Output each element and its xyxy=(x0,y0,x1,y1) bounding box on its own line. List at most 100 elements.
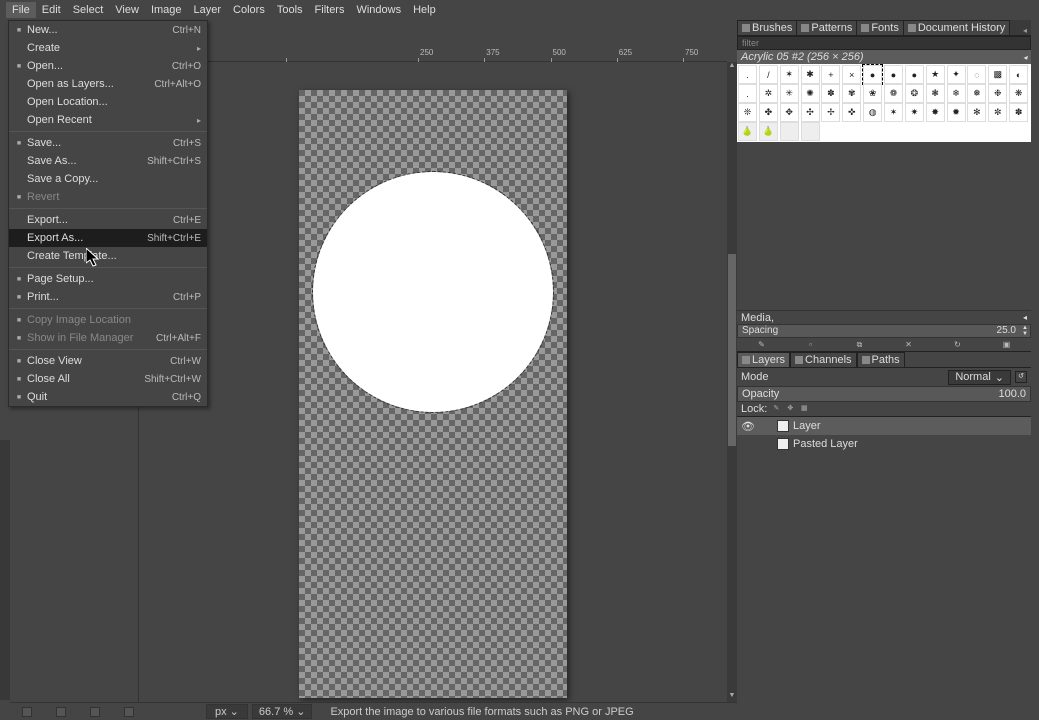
menu-image[interactable]: Image xyxy=(145,2,188,18)
layer-name[interactable]: Layer xyxy=(793,420,821,432)
brush-swatch[interactable]: . xyxy=(738,84,757,103)
brush-swatch[interactable]: ● xyxy=(905,65,924,84)
brush-swatch[interactable]: ❊ xyxy=(738,103,757,122)
brush-swatch[interactable]: ❃ xyxy=(926,84,945,103)
menu-file[interactable]: File xyxy=(6,2,36,18)
brush-swatch[interactable]: . xyxy=(738,65,757,84)
brush-swatch[interactable]: ◍ xyxy=(863,103,882,122)
brush-swatch[interactable]: ● xyxy=(884,65,903,84)
brush-swatch[interactable]: ❄ xyxy=(947,84,966,103)
brush-swatch[interactable]: 🍐 xyxy=(738,122,757,141)
menu-colors[interactable]: Colors xyxy=(227,2,271,18)
file-menu-export-as[interactable]: Export As...Shift+Ctrl+E xyxy=(9,229,207,247)
brush-swatch[interactable]: ✥ xyxy=(780,103,799,122)
document-canvas[interactable] xyxy=(299,90,567,698)
brush-swatch[interactable]: ✼ xyxy=(988,103,1007,122)
refresh-brush-icon[interactable]: ↻ xyxy=(953,340,963,350)
brush-swatch[interactable]: ✜ xyxy=(842,103,861,122)
menu-windows[interactable]: Windows xyxy=(350,2,407,18)
nav-mini-icon[interactable] xyxy=(90,707,100,717)
lock-position-icon[interactable]: ✥ xyxy=(785,404,795,414)
file-menu-open-recent[interactable]: Open Recent▸ xyxy=(9,111,207,129)
spin-down-icon[interactable]: ▼ xyxy=(1020,331,1030,337)
brush-swatch[interactable]: ❀ xyxy=(863,84,882,103)
brush-swatch[interactable]: ▩ xyxy=(988,65,1007,84)
file-menu-save-a-copy[interactable]: Save a Copy... xyxy=(9,170,207,188)
brush-swatch[interactable]: ★ xyxy=(926,65,945,84)
brush-swatch[interactable]: ✷ xyxy=(905,103,924,122)
brush-swatch[interactable]: 🍐 xyxy=(759,122,778,141)
open-as-image-icon[interactable]: ▣ xyxy=(1002,340,1012,350)
file-menu-print[interactable]: ■Print...Ctrl+P xyxy=(9,288,207,306)
nav-mini-icon[interactable] xyxy=(22,707,32,717)
brush-swatch[interactable]: ✻ xyxy=(967,103,986,122)
file-menu-page-setup[interactable]: ■Page Setup... xyxy=(9,270,207,288)
brush-swatch[interactable]: × xyxy=(842,65,861,84)
brush-swatch[interactable]: ✽ xyxy=(1009,103,1028,122)
brush-swatch[interactable]: ✹ xyxy=(947,103,966,122)
file-menu-save[interactable]: ■Save...Ctrl+S xyxy=(9,134,207,152)
brush-swatch[interactable]: ✢ xyxy=(821,103,840,122)
brush-swatch[interactable]: ✤ xyxy=(759,103,778,122)
brush-swatch[interactable]: ❋ xyxy=(1009,84,1028,103)
brush-swatch[interactable]: ● xyxy=(863,65,882,84)
brush-swatch[interactable]: ❁ xyxy=(884,84,903,103)
brush-spacing-field[interactable]: Spacing 25.0 ▲▼ xyxy=(737,324,1031,338)
file-menu-export[interactable]: Export...Ctrl+E xyxy=(9,211,207,229)
mode-switch-icon[interactable]: ↺ xyxy=(1015,371,1027,383)
menu-view[interactable]: View xyxy=(109,2,145,18)
brush-grid[interactable]: ./✶✱+×●●●★✦◌▩◐.✲✳✺✽✾❀❁❂❃❄❅❉❋❊✤✥✣✢✜◍✶✷✸✹✻… xyxy=(737,64,1031,142)
menu-help[interactable]: Help xyxy=(407,2,442,18)
file-menu-new[interactable]: ■New...Ctrl+N xyxy=(9,21,207,39)
tab-brushes[interactable]: Brushes xyxy=(737,20,797,35)
layer-mode-select[interactable]: Normal⌄ xyxy=(948,370,1011,385)
dock-menu-icon[interactable]: ◂ xyxy=(1019,26,1031,35)
lock-pixels-icon[interactable]: ✎ xyxy=(771,404,781,414)
menu-tools[interactable]: Tools xyxy=(271,2,309,18)
menu-filters[interactable]: Filters xyxy=(309,2,351,18)
brush-swatch[interactable]: ✽ xyxy=(821,84,840,103)
file-menu-create[interactable]: Create▸ xyxy=(9,39,207,57)
unit-selector[interactable]: px ⌄ xyxy=(206,704,248,719)
lock-alpha-icon[interactable]: ▦ xyxy=(799,404,809,414)
brush-swatch[interactable]: ✶ xyxy=(780,65,799,84)
scrollbar-vertical[interactable]: ▲ ▼ xyxy=(727,62,737,702)
brush-swatch[interactable]: ✸ xyxy=(926,103,945,122)
selection-circle[interactable] xyxy=(313,172,553,412)
brush-swatch[interactable]: / xyxy=(759,65,778,84)
file-menu-open-as-layers[interactable]: Open as Layers...Ctrl+Alt+O xyxy=(9,75,207,93)
brush-swatch[interactable]: ◌ xyxy=(967,65,986,84)
layer-row[interactable]: Pasted Layer xyxy=(737,435,1031,453)
new-brush-icon[interactable]: ▫ xyxy=(806,340,816,350)
duplicate-brush-icon[interactable]: ⧉ xyxy=(855,340,865,350)
brush-filter-input[interactable]: filter xyxy=(737,36,1031,50)
zoom-selector[interactable]: 66.7 % ⌄ xyxy=(252,704,313,719)
nav-mini-icon[interactable] xyxy=(56,707,66,717)
layer-row[interactable]: 👁 Layer xyxy=(737,417,1031,435)
tab-patterns[interactable]: Patterns xyxy=(796,20,857,35)
brush-swatch[interactable]: ✶ xyxy=(884,103,903,122)
file-menu-close-view[interactable]: ■Close ViewCtrl+W xyxy=(9,352,207,370)
file-menu-open-location[interactable]: Open Location... xyxy=(9,93,207,111)
eye-icon[interactable]: 👁 xyxy=(741,420,753,433)
brush-swatch[interactable]: ✣ xyxy=(801,103,820,122)
brush-swatch[interactable]: ✳ xyxy=(780,84,799,103)
file-menu-open[interactable]: ■Open...Ctrl+O xyxy=(9,57,207,75)
canvas-area[interactable] xyxy=(139,62,727,702)
brush-swatch[interactable]: ✺ xyxy=(801,84,820,103)
file-menu-close-all[interactable]: ■Close AllShift+Ctrl+W xyxy=(9,370,207,388)
scrollbar-thumb[interactable] xyxy=(728,254,736,446)
brush-swatch[interactable]: ❉ xyxy=(988,84,1007,103)
tab-fonts[interactable]: Fonts xyxy=(856,20,904,35)
brush-swatch[interactable]: ❅ xyxy=(967,84,986,103)
brush-swatch[interactable] xyxy=(780,122,799,141)
brush-swatch[interactable]: + xyxy=(821,65,840,84)
brush-swatch[interactable] xyxy=(801,122,820,141)
brush-swatch[interactable]: ◐ xyxy=(1009,65,1028,84)
file-menu-quit[interactable]: ■QuitCtrl+Q xyxy=(9,388,207,406)
edit-brush-icon[interactable]: ✎ xyxy=(757,340,767,350)
menu-edit[interactable]: Edit xyxy=(36,2,67,18)
file-menu-create-template[interactable]: Create Template... xyxy=(9,247,207,265)
layer-name[interactable]: Pasted Layer xyxy=(793,438,858,450)
menu-select[interactable]: Select xyxy=(67,2,110,18)
